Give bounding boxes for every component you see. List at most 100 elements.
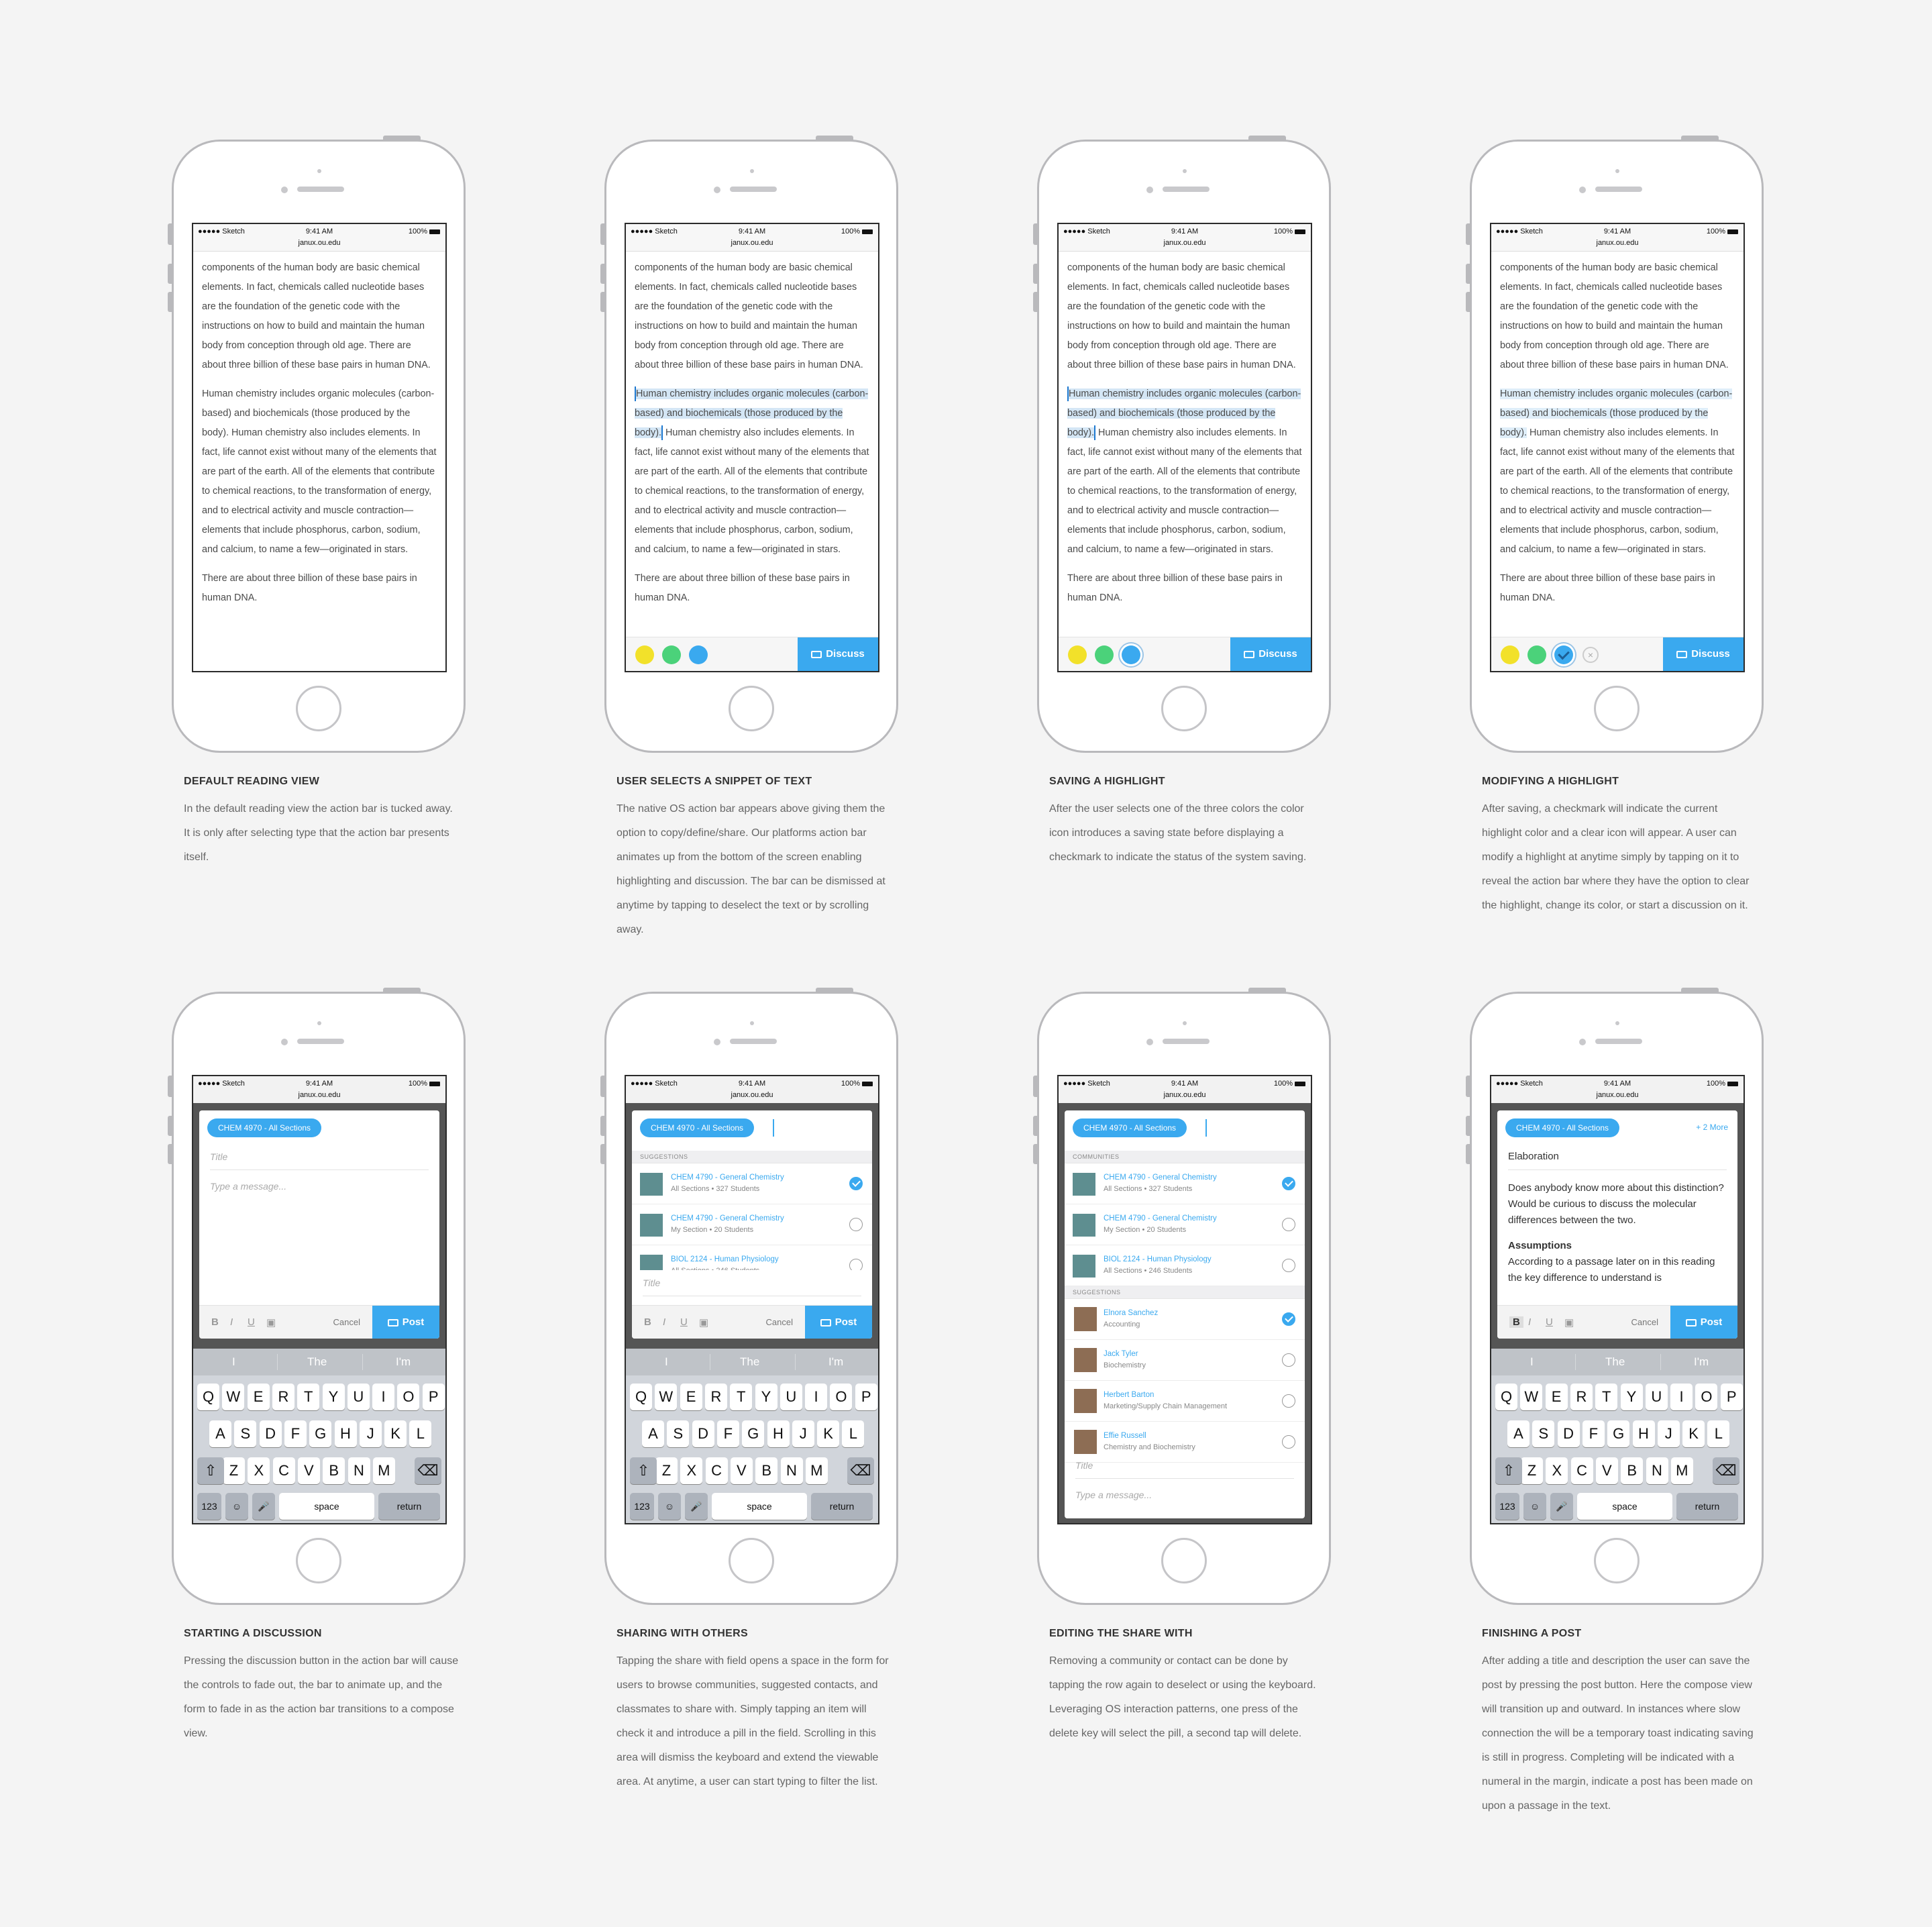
list-item[interactable]: CHEM 4790 - General Chemistry All Section… [632,1163,872,1204]
key-a[interactable]: A [642,1420,664,1447]
discuss-button[interactable]: Discuss [798,637,878,671]
home-button[interactable] [1161,686,1207,731]
key-s[interactable]: S [667,1420,690,1447]
key-m[interactable]: M [372,1457,395,1484]
key-p[interactable]: P [855,1384,877,1410]
key-r[interactable]: R [704,1384,727,1410]
key-z[interactable]: Z [1521,1457,1543,1484]
key-b[interactable]: B [755,1457,778,1484]
key-k[interactable]: K [817,1420,840,1447]
key-w[interactable]: W [655,1384,678,1410]
select-radio[interactable] [1282,1435,1295,1449]
key-z[interactable]: Z [223,1457,245,1484]
home-button[interactable] [1594,686,1640,731]
key-t[interactable]: T [1595,1384,1618,1410]
home-button[interactable] [729,1538,774,1583]
home-button[interactable] [296,1538,341,1583]
key-m[interactable]: M [1670,1457,1693,1484]
message-input[interactable]: Does anybody know more about this distin… [1508,1180,1728,1286]
key-b[interactable]: B [323,1457,345,1484]
key-a[interactable]: A [209,1420,231,1447]
article-text[interactable]: components of the human body are basic c… [626,252,878,608]
share-pill[interactable]: CHEM 4970 - All Sections [640,1118,755,1137]
key-i[interactable]: I [1670,1384,1693,1410]
highlight-green-button[interactable] [1527,645,1546,664]
key-w[interactable]: W [1520,1384,1543,1410]
clear-highlight-button[interactable]: × [1582,647,1599,663]
list-item[interactable]: CHEM 4790 - General Chemistry My Section … [1065,1204,1305,1245]
highlight-green-button[interactable] [1095,645,1114,664]
share-field-cursor[interactable] [773,1119,774,1137]
list-item[interactable]: BIOL 2124 - Human Physiology All Sections… [1065,1245,1305,1286]
article-text[interactable]: components of the human body are basic c… [1491,252,1743,608]
key-x[interactable]: X [248,1457,270,1484]
key-r[interactable]: R [1570,1384,1593,1410]
suggestion-3[interactable]: I'm [828,1355,843,1369]
share-pill[interactable]: CHEM 4970 - All Sections [207,1118,322,1137]
list-item[interactable]: Jack Tyler Biochemistry [1065,1340,1305,1381]
select-radio[interactable] [1282,1353,1295,1367]
key-p[interactable]: P [1720,1384,1743,1410]
title-input[interactable]: Elaboration [1508,1144,1727,1170]
suggestion-3[interactable]: I'm [396,1355,411,1369]
space-key[interactable]: space [279,1493,374,1520]
title-input[interactable]: Title [643,1270,861,1296]
italic-button[interactable]: I [663,1316,665,1328]
key-h[interactable]: H [767,1420,790,1447]
title-input[interactable]: Title [210,1144,429,1170]
cancel-button[interactable]: Cancel [333,1317,360,1327]
key-m[interactable]: M [805,1457,828,1484]
key-f[interactable]: F [1582,1420,1605,1447]
key-g[interactable]: G [742,1420,765,1447]
return-key[interactable]: return [1676,1493,1738,1520]
highlight-green-button[interactable] [662,645,681,664]
list-item[interactable]: CHEM 4790 - General Chemistry All Section… [1065,1163,1305,1204]
key-w[interactable]: W [222,1384,245,1410]
key-s[interactable]: S [1532,1420,1555,1447]
image-icon[interactable]: ▣ [1564,1316,1574,1329]
post-button[interactable]: Post [372,1306,439,1339]
message-input[interactable]: Type a message... [210,1174,429,1199]
highlight-yellow-button[interactable] [635,645,654,664]
key-y[interactable]: Y [755,1384,777,1410]
select-radio[interactable] [1282,1312,1295,1326]
key-b[interactable]: B [1621,1457,1644,1484]
key-e[interactable]: E [680,1384,702,1410]
key-g[interactable]: G [1607,1420,1630,1447]
discuss-button[interactable]: Discuss [1663,637,1743,671]
select-radio[interactable] [849,1177,863,1190]
key-p[interactable]: P [422,1384,445,1410]
highlight-blue-button[interactable] [689,645,708,664]
key-d[interactable]: D [692,1420,714,1447]
dictation-key[interactable]: 🎤 [1550,1493,1573,1520]
shift-key[interactable]: ⇧ [197,1457,224,1484]
suggestion-1[interactable]: I [1530,1355,1534,1369]
key-i[interactable]: I [805,1384,828,1410]
image-icon[interactable]: ▣ [266,1316,276,1329]
bold-button[interactable]: B [1509,1316,1523,1328]
key-g[interactable]: G [309,1420,332,1447]
highlight-blue-button[interactable] [1122,645,1140,664]
bold-button[interactable]: B [211,1316,219,1328]
cancel-button[interactable]: Cancel [766,1317,793,1327]
underline-button[interactable]: U [1546,1316,1553,1328]
bold-button[interactable]: B [644,1316,651,1328]
key-q[interactable]: Q [1495,1384,1517,1410]
message-input[interactable]: Type a message... [1075,1482,1294,1508]
article-text[interactable]: components of the human body are basic c… [193,252,445,608]
key-x[interactable]: X [680,1457,703,1484]
suggestion-2[interactable]: The [1605,1355,1625,1369]
list-item[interactable]: CHEM 4790 - General Chemistry My Section … [632,1204,872,1245]
delete-key[interactable]: ⌫ [1713,1457,1739,1484]
share-pill[interactable]: CHEM 4970 - All Sections [1505,1118,1620,1137]
key-f[interactable]: F [284,1420,307,1447]
share-pill[interactable]: CHEM 4970 - All Sections [1073,1118,1187,1137]
key-k[interactable]: K [384,1420,407,1447]
shift-key[interactable]: ⇧ [630,1457,657,1484]
numbers-key[interactable]: 123 [1495,1493,1519,1520]
key-s[interactable]: S [234,1420,257,1447]
key-y[interactable]: Y [1620,1384,1643,1410]
return-key[interactable]: return [811,1493,873,1520]
select-radio[interactable] [1282,1218,1295,1231]
key-l[interactable]: L [1707,1420,1730,1447]
